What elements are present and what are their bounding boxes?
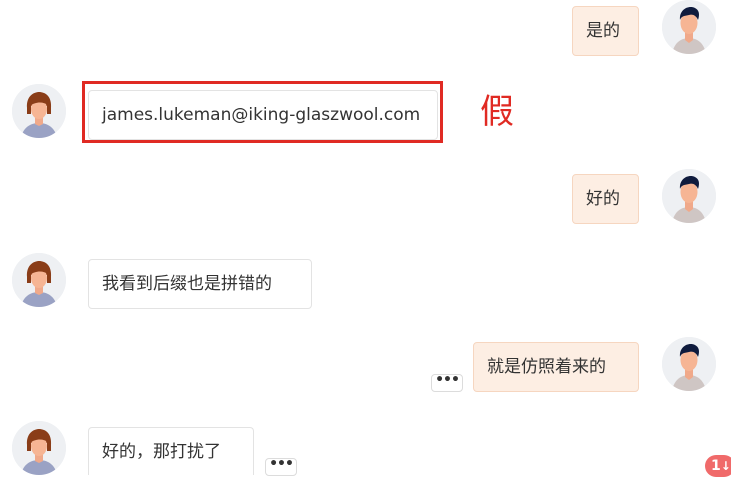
unread-count: 1 — [711, 458, 721, 474]
contact-avatar-icon[interactable] — [12, 253, 66, 307]
highlight-box — [82, 81, 443, 143]
message-bubble-received[interactable]: 我看到后缀也是拼错的 — [88, 259, 312, 309]
self-avatar-icon[interactable] — [662, 0, 716, 54]
message-bubble-sent[interactable]: 是的 — [572, 6, 639, 56]
contact-avatar-icon[interactable] — [12, 84, 66, 138]
self-avatar-icon[interactable] — [662, 337, 716, 391]
message-bubble-received[interactable]: 好的，那打扰了 — [88, 427, 254, 475]
message-text: 我看到后缀也是拼错的 — [102, 274, 272, 294]
unread-badge[interactable]: 1↓ — [705, 455, 731, 477]
down-arrow-icon: ↓ — [720, 459, 731, 473]
self-avatar-icon[interactable] — [662, 169, 716, 223]
annotation-label: 假 — [480, 92, 514, 132]
message-bubble-sent[interactable]: 好的 — [572, 174, 639, 224]
message-bubble-sent[interactable]: 就是仿照着来的 — [473, 342, 639, 392]
ellipsis-icon[interactable]: ••• — [265, 457, 297, 476]
message-text: 好的，那打扰了 — [102, 442, 221, 462]
message-text: 是的 — [586, 21, 620, 41]
message-text: 就是仿照着来的 — [487, 357, 606, 377]
contact-avatar-icon[interactable] — [12, 421, 66, 475]
ellipsis-icon[interactable]: ••• — [431, 373, 463, 392]
message-text: 好的 — [586, 189, 620, 209]
